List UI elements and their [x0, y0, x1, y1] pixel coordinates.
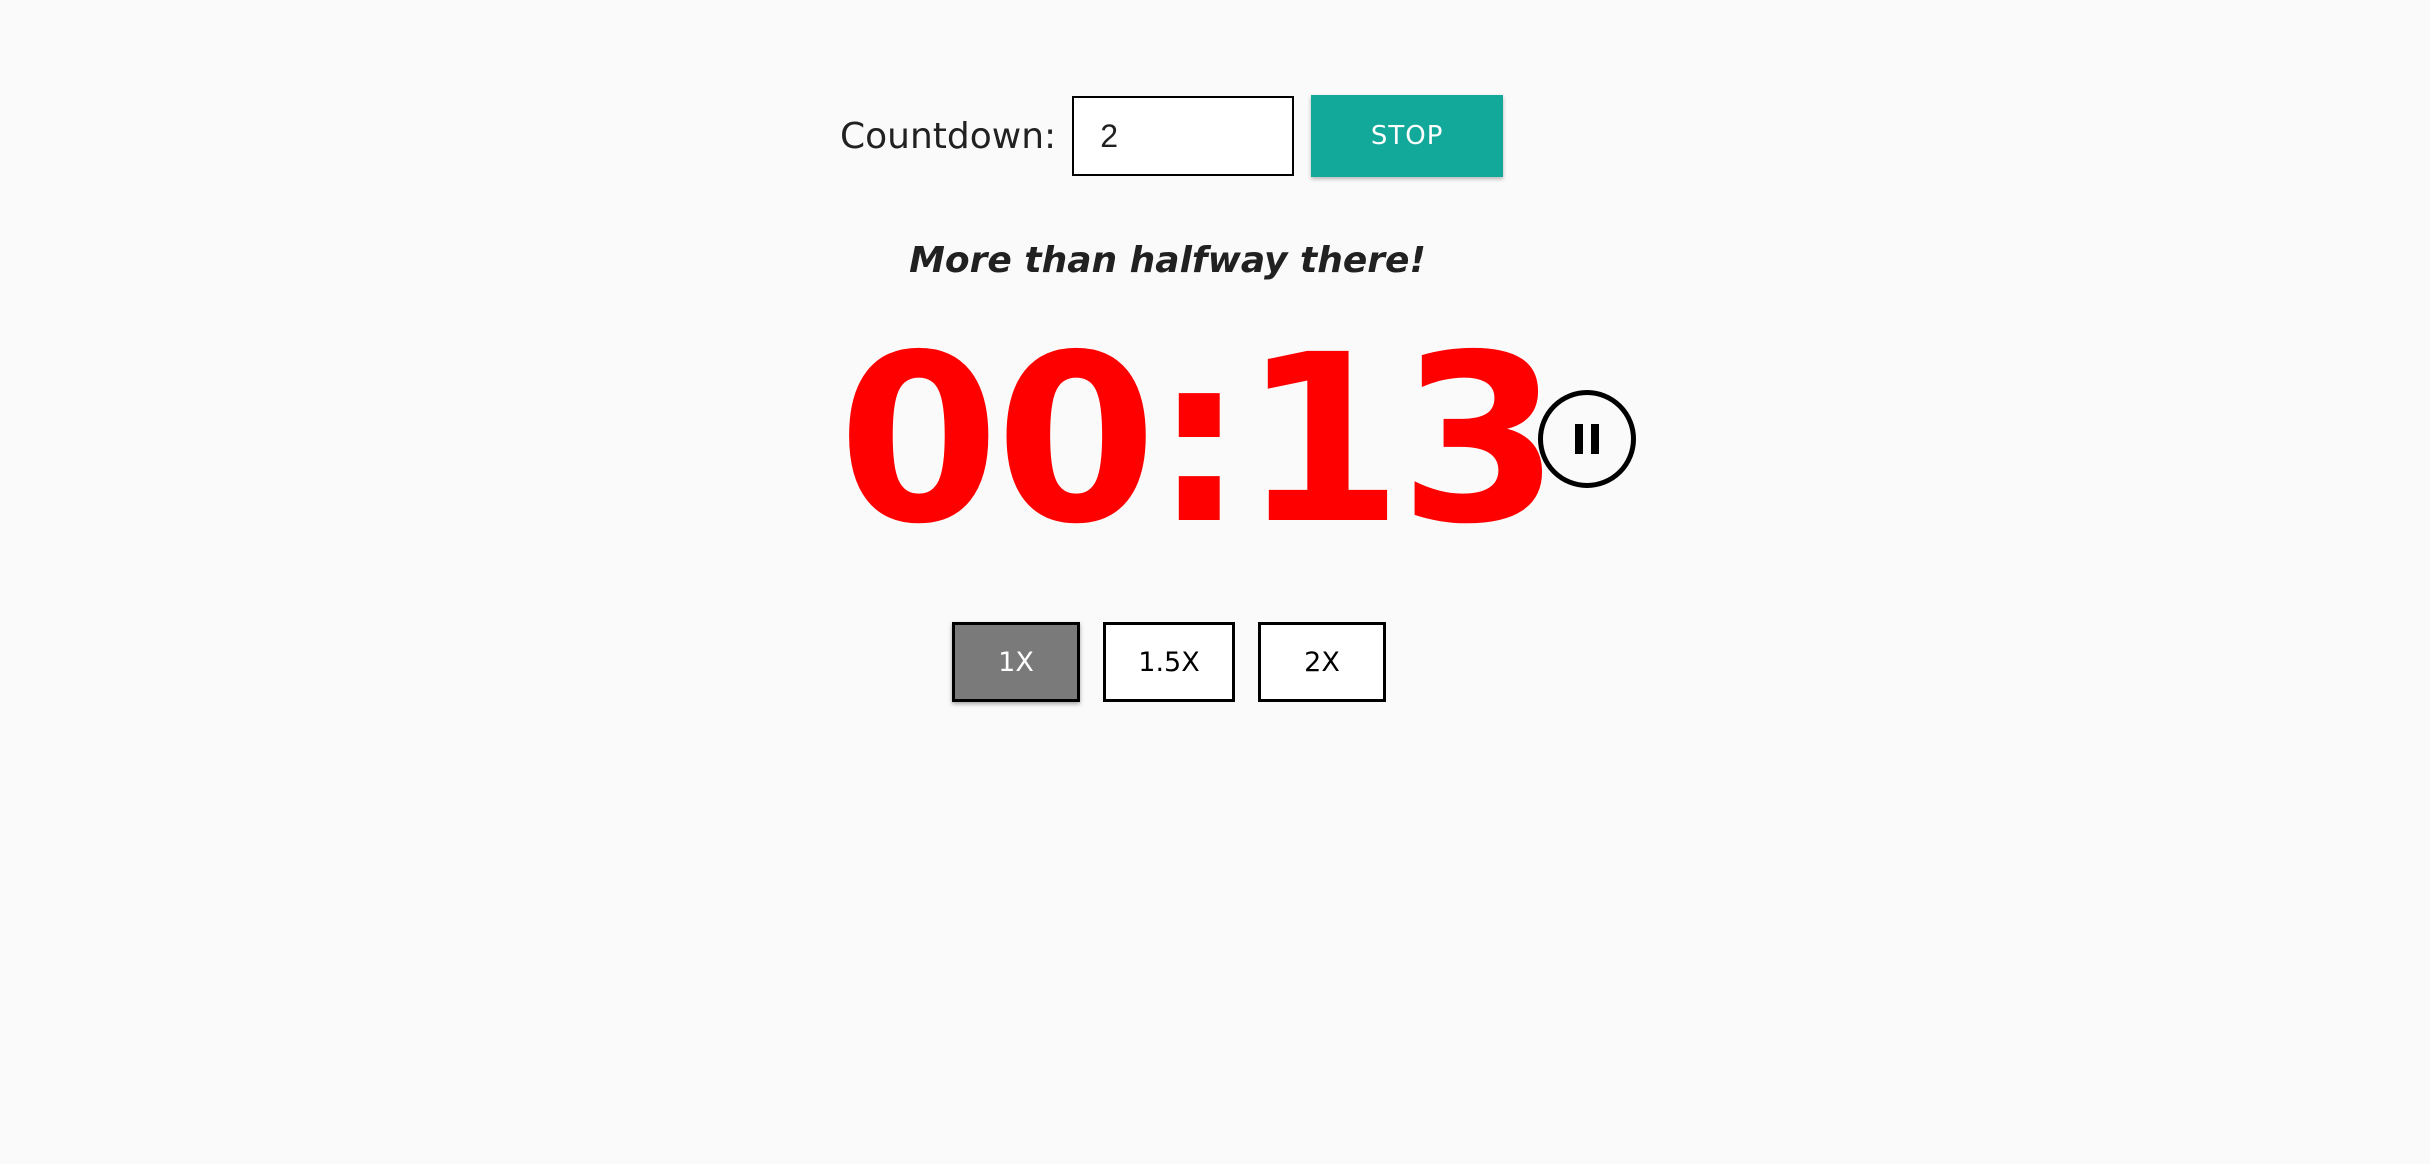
- speed-1-5x-button[interactable]: 1.5X: [1103, 622, 1235, 702]
- pause-bar-right: [1591, 424, 1599, 454]
- countdown-input[interactable]: [1072, 96, 1295, 176]
- timer-display: 00:13: [838, 305, 1560, 575]
- speed-1x-button[interactable]: 1X: [952, 622, 1080, 702]
- speed-selector: 1X 1.5X 2X: [952, 622, 1409, 702]
- pause-icon: [1571, 424, 1603, 454]
- speed-2x-button[interactable]: 2X: [1258, 622, 1386, 702]
- pause-bar-left: [1575, 424, 1583, 454]
- countdown-controls: Countdown: STOP: [840, 95, 1504, 177]
- countdown-label: Countdown:: [840, 115, 1057, 157]
- pause-button[interactable]: [1538, 390, 1636, 488]
- status-message: More than halfway there!: [909, 240, 1426, 281]
- stop-button[interactable]: STOP: [1311, 95, 1504, 177]
